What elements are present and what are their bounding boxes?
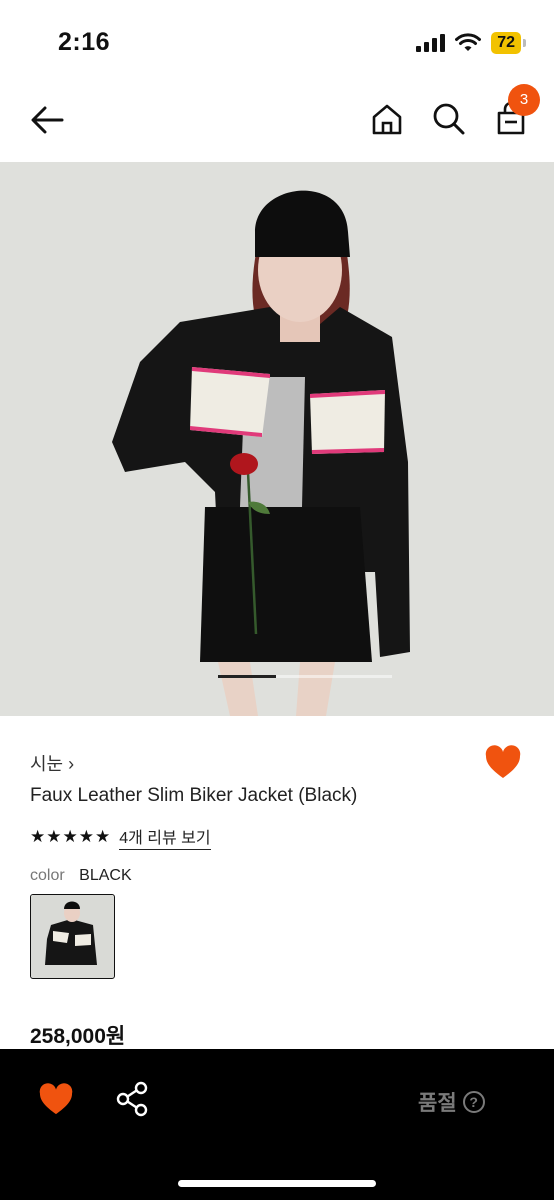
home-icon[interactable]	[368, 100, 406, 138]
view-reviews-link[interactable]: 4개 리뷰 보기	[119, 824, 211, 850]
back-arrow-icon[interactable]	[28, 100, 68, 140]
color-swatch-black[interactable]	[30, 894, 115, 979]
cart-count-badge: 3	[508, 84, 540, 116]
share-icon[interactable]	[115, 1081, 149, 1117]
brand-link[interactable]: 시눈 ›	[30, 750, 74, 776]
gallery-pager	[218, 675, 392, 678]
sold-out-label: 품절	[418, 1092, 457, 1115]
heart-icon[interactable]	[484, 745, 522, 781]
pager-dot	[276, 675, 334, 678]
sold-out-status[interactable]: 품절 ?	[418, 1087, 485, 1117]
color-label: color	[30, 867, 65, 884]
color-row: color BLACK	[30, 867, 132, 885]
home-indicator	[178, 1180, 376, 1187]
pager-dot-active	[218, 675, 276, 678]
search-icon[interactable]	[430, 100, 468, 138]
status-time: 2:16	[58, 28, 111, 56]
product-photo	[0, 162, 554, 716]
star-rating: ★★★★★	[30, 827, 112, 846]
bottom-action-bar: 품절 ?	[0, 1049, 554, 1200]
wifi-icon	[455, 33, 482, 51]
help-icon[interactable]: ?	[462, 1091, 485, 1113]
product-price: 258,000원	[30, 1025, 126, 1048]
status-indicators: 72	[416, 32, 526, 54]
status-bar: 2:16 72	[0, 0, 554, 80]
battery-level: 72	[491, 32, 521, 54]
heart-icon[interactable]	[38, 1083, 74, 1117]
product-image-gallery[interactable]	[0, 162, 554, 716]
pager-dot	[334, 675, 392, 678]
rating-row: ★★★★★ 4개 리뷰 보기	[30, 824, 211, 850]
cellular-signal-icon	[416, 34, 446, 52]
swatch-thumbnail	[31, 895, 113, 977]
battery-icon: 72	[491, 32, 526, 54]
top-navigation	[0, 80, 554, 160]
product-name: Faux Leather Slim Biker Jacket (Black)	[30, 785, 358, 806]
color-value: BLACK	[79, 867, 132, 884]
